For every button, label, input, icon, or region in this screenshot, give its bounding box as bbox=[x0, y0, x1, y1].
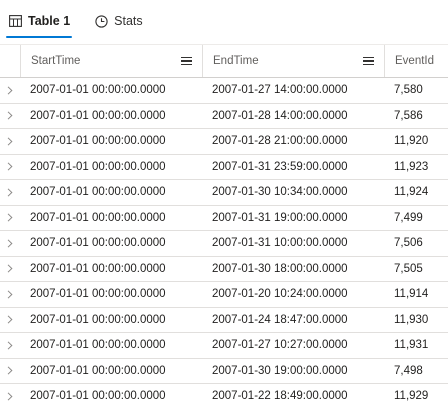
cell-eventid: 11,931 bbox=[394, 339, 429, 352]
stats-icon bbox=[94, 14, 108, 28]
table-row[interactable]: 2007-01-01 00:00:00.0000 2007-01-27 10:27… bbox=[0, 333, 448, 359]
cell-endtime: 2007-01-31 23:59:00.0000 bbox=[212, 160, 348, 173]
results-grid: StartTime EndTime EventId 2007-01-01 00:… bbox=[0, 45, 448, 403]
table-row[interactable]: 2007-01-01 00:00:00.0000 2007-01-30 19:00… bbox=[0, 359, 448, 384]
chevron-right-icon[interactable] bbox=[5, 315, 15, 325]
row-expand-cell[interactable] bbox=[0, 104, 20, 129]
table-row[interactable]: 2007-01-01 00:00:00.0000 2007-01-22 18:49… bbox=[0, 384, 448, 403]
cell-starttime: 2007-01-01 00:00:00.0000 bbox=[30, 84, 166, 97]
column-menu-icon[interactable] bbox=[181, 57, 192, 65]
tab-table-1-label: Table 1 bbox=[28, 14, 71, 28]
chevron-right-icon[interactable] bbox=[5, 238, 15, 248]
cell-starttime: 2007-01-01 00:00:00.0000 bbox=[30, 390, 166, 403]
row-expand-cell[interactable] bbox=[0, 129, 20, 154]
cell-eventid: 7,586 bbox=[394, 109, 423, 122]
tab-stats[interactable]: Stats bbox=[90, 4, 147, 38]
cell-eventid: 7,505 bbox=[394, 262, 423, 275]
cell-endtime: 2007-01-30 18:00:00.0000 bbox=[212, 262, 348, 275]
cell-starttime: 2007-01-01 00:00:00.0000 bbox=[30, 135, 166, 148]
chevron-right-icon[interactable] bbox=[5, 213, 15, 223]
row-expand-cell[interactable] bbox=[0, 78, 20, 103]
cell-starttime: 2007-01-01 00:00:00.0000 bbox=[30, 313, 166, 326]
row-expand-cell[interactable] bbox=[0, 359, 20, 384]
cell-starttime: 2007-01-01 00:00:00.0000 bbox=[30, 262, 166, 275]
chevron-right-icon[interactable] bbox=[5, 264, 15, 274]
row-expand-cell[interactable] bbox=[0, 282, 20, 307]
row-expand-cell[interactable] bbox=[0, 155, 20, 180]
cell-endtime: 2007-01-27 10:27:00.0000 bbox=[212, 339, 348, 352]
chevron-right-icon[interactable] bbox=[5, 85, 15, 95]
results-tabs: Table 1 Stats bbox=[0, 0, 448, 38]
cell-endtime: 2007-01-30 10:34:00.0000 bbox=[212, 186, 348, 199]
cell-starttime: 2007-01-01 00:00:00.0000 bbox=[30, 364, 166, 377]
cell-endtime: 2007-01-28 14:00:00.0000 bbox=[212, 109, 348, 122]
tab-stats-label: Stats bbox=[114, 14, 143, 28]
column-header-endtime-label: EndTime bbox=[213, 55, 259, 67]
column-header-starttime[interactable]: StartTime bbox=[20, 45, 202, 77]
chevron-right-icon[interactable] bbox=[5, 366, 15, 376]
cell-endtime: 2007-01-20 10:24:00.0000 bbox=[212, 288, 348, 301]
table-row[interactable]: 2007-01-01 00:00:00.0000 2007-01-28 14:00… bbox=[0, 104, 448, 129]
table-row[interactable]: 2007-01-01 00:00:00.0000 2007-01-31 10:00… bbox=[0, 231, 448, 257]
cell-eventid: 11,920 bbox=[394, 135, 429, 148]
table-icon bbox=[8, 14, 22, 28]
expand-column-header bbox=[0, 45, 20, 77]
row-expand-cell[interactable] bbox=[0, 308, 20, 333]
cell-eventid: 7,506 bbox=[394, 237, 423, 250]
chevron-right-icon[interactable] bbox=[5, 111, 15, 121]
cell-endtime: 2007-01-24 18:47:00.0000 bbox=[212, 313, 348, 326]
cell-eventid: 11,930 bbox=[394, 313, 429, 326]
cell-eventid: 11,914 bbox=[394, 288, 429, 301]
chevron-right-icon[interactable] bbox=[5, 391, 15, 401]
table-row[interactable]: 2007-01-01 00:00:00.0000 2007-01-20 10:24… bbox=[0, 282, 448, 308]
row-expand-cell[interactable] bbox=[0, 206, 20, 231]
row-expand-cell[interactable] bbox=[0, 231, 20, 256]
cell-eventid: 11,929 bbox=[394, 390, 429, 403]
cell-starttime: 2007-01-01 00:00:00.0000 bbox=[30, 160, 166, 173]
cell-starttime: 2007-01-01 00:00:00.0000 bbox=[30, 109, 166, 122]
table-row[interactable]: 2007-01-01 00:00:00.0000 2007-01-28 21:00… bbox=[0, 129, 448, 155]
grid-header: StartTime EndTime EventId bbox=[0, 45, 448, 78]
cell-endtime: 2007-01-31 19:00:00.0000 bbox=[212, 211, 348, 224]
row-expand-cell[interactable] bbox=[0, 384, 20, 403]
column-header-eventid[interactable]: EventId bbox=[384, 45, 448, 77]
cell-endtime: 2007-01-31 10:00:00.0000 bbox=[212, 237, 348, 250]
cell-starttime: 2007-01-01 00:00:00.0000 bbox=[30, 186, 166, 199]
chevron-right-icon[interactable] bbox=[5, 162, 15, 172]
grid-body: 2007-01-01 00:00:00.0000 2007-01-27 14:00… bbox=[0, 78, 448, 403]
table-row[interactable]: 2007-01-01 00:00:00.0000 2007-01-30 10:34… bbox=[0, 180, 448, 206]
chevron-right-icon[interactable] bbox=[5, 340, 15, 350]
table-row[interactable]: 2007-01-01 00:00:00.0000 2007-01-31 23:59… bbox=[0, 155, 448, 180]
column-menu-icon[interactable] bbox=[363, 57, 374, 65]
cell-endtime: 2007-01-28 21:00:00.0000 bbox=[212, 135, 348, 148]
cell-endtime: 2007-01-22 18:49:00.0000 bbox=[212, 390, 348, 403]
tab-table-1[interactable]: Table 1 bbox=[4, 4, 74, 38]
column-header-eventid-label: EventId bbox=[395, 55, 434, 67]
cell-eventid: 7,580 bbox=[394, 84, 423, 97]
cell-eventid: 7,499 bbox=[394, 211, 423, 224]
table-row[interactable]: 2007-01-01 00:00:00.0000 2007-01-24 18:47… bbox=[0, 308, 448, 333]
table-row[interactable]: 2007-01-01 00:00:00.0000 2007-01-30 18:00… bbox=[0, 257, 448, 282]
chevron-right-icon[interactable] bbox=[5, 136, 15, 146]
table-row[interactable]: 2007-01-01 00:00:00.0000 2007-01-27 14:00… bbox=[0, 78, 448, 104]
cell-endtime: 2007-01-27 14:00:00.0000 bbox=[212, 84, 348, 97]
cell-eventid: 11,923 bbox=[394, 160, 429, 173]
cell-starttime: 2007-01-01 00:00:00.0000 bbox=[30, 288, 166, 301]
row-expand-cell[interactable] bbox=[0, 257, 20, 282]
chevron-right-icon[interactable] bbox=[5, 187, 15, 197]
cell-starttime: 2007-01-01 00:00:00.0000 bbox=[30, 237, 166, 250]
cell-eventid: 11,924 bbox=[394, 186, 429, 199]
row-expand-cell[interactable] bbox=[0, 333, 20, 358]
cell-starttime: 2007-01-01 00:00:00.0000 bbox=[30, 211, 166, 224]
results-panel: Table 1 Stats StartTime EndTime EventId … bbox=[0, 0, 448, 403]
table-row[interactable]: 2007-01-01 00:00:00.0000 2007-01-31 19:00… bbox=[0, 206, 448, 231]
row-expand-cell[interactable] bbox=[0, 180, 20, 205]
chevron-right-icon[interactable] bbox=[5, 289, 15, 299]
cell-endtime: 2007-01-30 19:00:00.0000 bbox=[212, 364, 348, 377]
column-header-starttime-label: StartTime bbox=[31, 55, 81, 67]
cell-starttime: 2007-01-01 00:00:00.0000 bbox=[30, 339, 166, 352]
column-header-endtime[interactable]: EndTime bbox=[202, 45, 384, 77]
cell-eventid: 7,498 bbox=[394, 364, 423, 377]
